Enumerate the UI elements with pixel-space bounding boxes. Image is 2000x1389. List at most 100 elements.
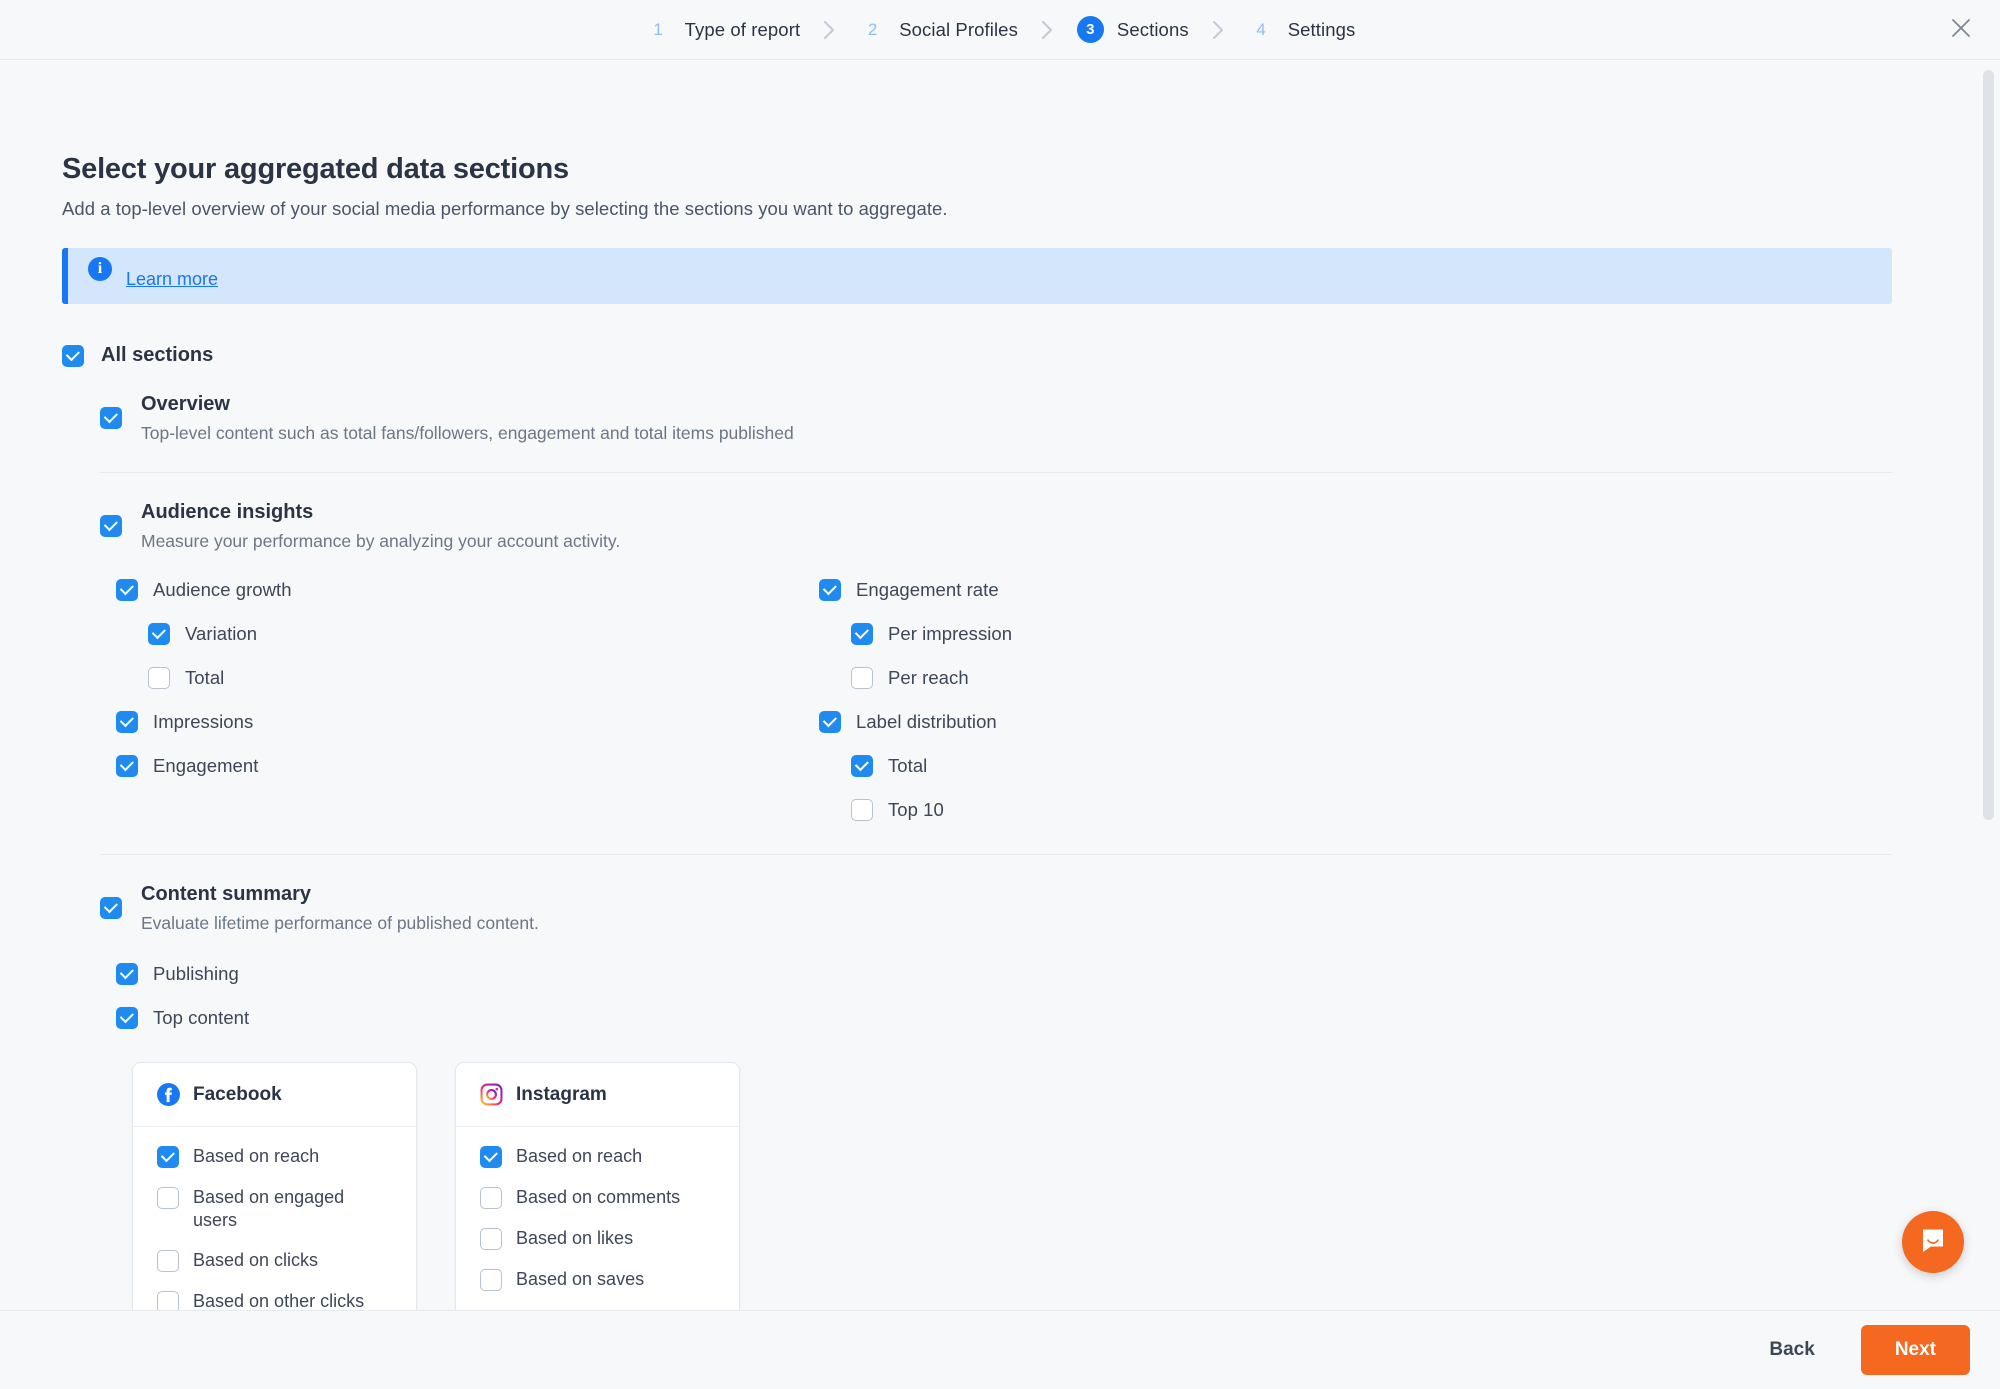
option-top-content[interactable]: Top content <box>116 1000 1920 1036</box>
option-checkbox[interactable] <box>157 1250 179 1272</box>
section-overview-header[interactable]: Overview Top-level content such as total… <box>100 393 1920 444</box>
chevron-right-icon <box>1040 19 1055 41</box>
option-label: Based on engagement <box>516 1309 697 1310</box>
section-overview-checkbox[interactable] <box>100 407 122 429</box>
wizard-step-sections[interactable]: 3 Sections <box>1075 16 1191 43</box>
wizard-step-settings[interactable]: 4 Settings <box>1246 16 1358 43</box>
ig-option-based-on-comments[interactable]: Based on comments <box>480 1186 715 1209</box>
option-checkbox[interactable] <box>116 963 138 985</box>
option-checkbox[interactable] <box>851 755 873 777</box>
page-subtitle: Add a top-level overview of your social … <box>62 198 948 219</box>
platform-card-instagram-options: Based on reach Based on comments Based o… <box>456 1127 739 1310</box>
option-engagement[interactable]: Engagement <box>116 748 816 784</box>
section-content-summary-checkbox[interactable] <box>100 897 122 919</box>
ig-option-based-on-engagement[interactable]: Based on engagement <box>480 1309 715 1310</box>
option-checkbox[interactable] <box>480 1187 502 1209</box>
option-engagement-rate-per-reach[interactable]: Per reach <box>851 660 1519 696</box>
wizard-step-bar: 1 Type of report 2 Social Profiles 3 Sec… <box>0 0 2000 60</box>
option-label-distribution-top-10[interactable]: Top 10 <box>851 792 1519 828</box>
learn-more-link[interactable]: Learn more <box>126 269 218 290</box>
sections-scroll-area[interactable]: Select your aggregated data sections Add… <box>0 60 2000 1310</box>
option-checkbox[interactable] <box>148 623 170 645</box>
section-audience-insights-description: Measure your performance by analyzing yo… <box>141 531 621 551</box>
option-label: Based on reach <box>193 1146 320 1166</box>
option-checkbox[interactable] <box>819 579 841 601</box>
option-label: Based on reach <box>516 1146 643 1166</box>
fb-option-based-on-reach[interactable]: Based on reach <box>157 1145 392 1168</box>
option-checkbox[interactable] <box>116 1007 138 1029</box>
option-checkbox[interactable] <box>480 1228 502 1250</box>
ig-option-based-on-saves[interactable]: Based on saves <box>480 1268 715 1291</box>
option-label: Based on saves <box>516 1269 645 1289</box>
close-icon <box>1950 17 1972 42</box>
section-overview: Overview Top-level content such as total… <box>100 393 1920 473</box>
option-checkbox[interactable] <box>157 1146 179 1168</box>
option-audience-growth-total[interactable]: Total <box>148 660 816 696</box>
step-number: 2 <box>867 19 878 39</box>
content-summary-options: Publishing Top content <box>116 956 1920 1036</box>
option-engagement-rate[interactable]: Engagement rate <box>819 572 1519 608</box>
section-content-summary-header[interactable]: Content summary Evaluate lifetime perfor… <box>100 883 1920 934</box>
option-checkbox[interactable] <box>851 623 873 645</box>
wizard-step-social-profiles[interactable]: 2 Social Profiles <box>857 16 1020 43</box>
info-icon: i <box>88 257 112 281</box>
option-checkbox[interactable] <box>851 667 873 689</box>
option-audience-growth[interactable]: Audience growth <box>116 572 816 608</box>
section-content-summary: Content summary Evaluate lifetime perfor… <box>100 883 1920 1310</box>
option-engagement-rate-per-impression[interactable]: Per impression <box>851 616 1519 652</box>
option-label-distribution-total[interactable]: Total <box>851 748 1519 784</box>
chevron-right-icon <box>822 19 837 41</box>
next-button[interactable]: Next <box>1860 1325 1970 1375</box>
option-label: Audience growth <box>153 579 292 600</box>
section-overview-title: Overview <box>141 393 230 415</box>
option-checkbox[interactable] <box>157 1291 179 1310</box>
top-content-platform-cards: Facebook Based on reach Based on engaged… <box>132 1062 1920 1310</box>
all-sections-checkbox[interactable] <box>62 344 84 367</box>
option-checkbox[interactable] <box>480 1146 502 1168</box>
info-banner: i Learn more <box>62 248 1892 304</box>
option-checkbox[interactable] <box>116 579 138 601</box>
ig-option-based-on-likes[interactable]: Based on likes <box>480 1227 715 1250</box>
option-label: Engagement <box>153 755 259 776</box>
section-divider <box>100 472 1892 473</box>
ig-option-based-on-reach[interactable]: Based on reach <box>480 1145 715 1168</box>
option-label: Based on engaged users <box>193 1187 345 1230</box>
option-label: Top 10 <box>888 799 944 820</box>
close-button[interactable] <box>1940 9 1982 51</box>
option-checkbox[interactable] <box>480 1269 502 1291</box>
wizard-footer: Back Next <box>0 1310 2000 1389</box>
option-label: Publishing <box>153 963 239 984</box>
option-checkbox[interactable] <box>851 799 873 821</box>
option-impressions[interactable]: Impressions <box>116 704 816 740</box>
option-label: Based on comments <box>516 1187 681 1207</box>
option-checkbox[interactable] <box>819 711 841 733</box>
back-button[interactable]: Back <box>1749 1327 1834 1373</box>
platform-card-instagram-header: Instagram <box>456 1063 739 1127</box>
audience-insights-options-right: Engagement rate Per impression Per reach <box>819 572 1519 836</box>
fb-option-based-on-engaged-users[interactable]: Based on engaged users <box>157 1186 392 1231</box>
section-content-summary-description: Evaluate lifetime performance of publish… <box>141 913 539 933</box>
wizard-step-type-of-report[interactable]: 1 Type of report <box>643 16 803 43</box>
vertical-scrollbar-thumb[interactable] <box>1983 70 1994 820</box>
section-divider <box>100 854 1892 855</box>
option-audience-growth-variation[interactable]: Variation <box>148 616 816 652</box>
all-sections-row[interactable]: All sections <box>62 344 1920 367</box>
option-label: Label distribution <box>856 711 997 732</box>
platform-card-facebook: Facebook Based on reach Based on engaged… <box>132 1062 417 1310</box>
fb-option-based-on-clicks[interactable]: Based on clicks <box>157 1249 392 1272</box>
wizard-steps: 1 Type of report 2 Social Profiles 3 Sec… <box>643 16 1358 43</box>
step-number: 3 <box>1076 16 1104 43</box>
section-audience-insights-header[interactable]: Audience insights Measure your performan… <box>100 501 1920 552</box>
step-label: Type of report <box>684 18 801 40</box>
fb-option-based-on-other-clicks[interactable]: Based on other clicks <box>157 1290 392 1310</box>
option-checkbox[interactable] <box>116 711 138 733</box>
chat-launcher-button[interactable] <box>1902 1211 1964 1273</box>
section-audience-insights: Audience insights Measure your performan… <box>100 501 1920 855</box>
option-publishing[interactable]: Publishing <box>116 956 1920 992</box>
option-checkbox[interactable] <box>157 1187 179 1209</box>
option-checkbox[interactable] <box>148 667 170 689</box>
section-audience-insights-checkbox[interactable] <box>100 515 122 537</box>
option-checkbox[interactable] <box>116 755 138 777</box>
option-label-distribution[interactable]: Label distribution <box>819 704 1519 740</box>
audience-insights-options: Audience growth Variation Total Impressi… <box>116 572 1920 836</box>
